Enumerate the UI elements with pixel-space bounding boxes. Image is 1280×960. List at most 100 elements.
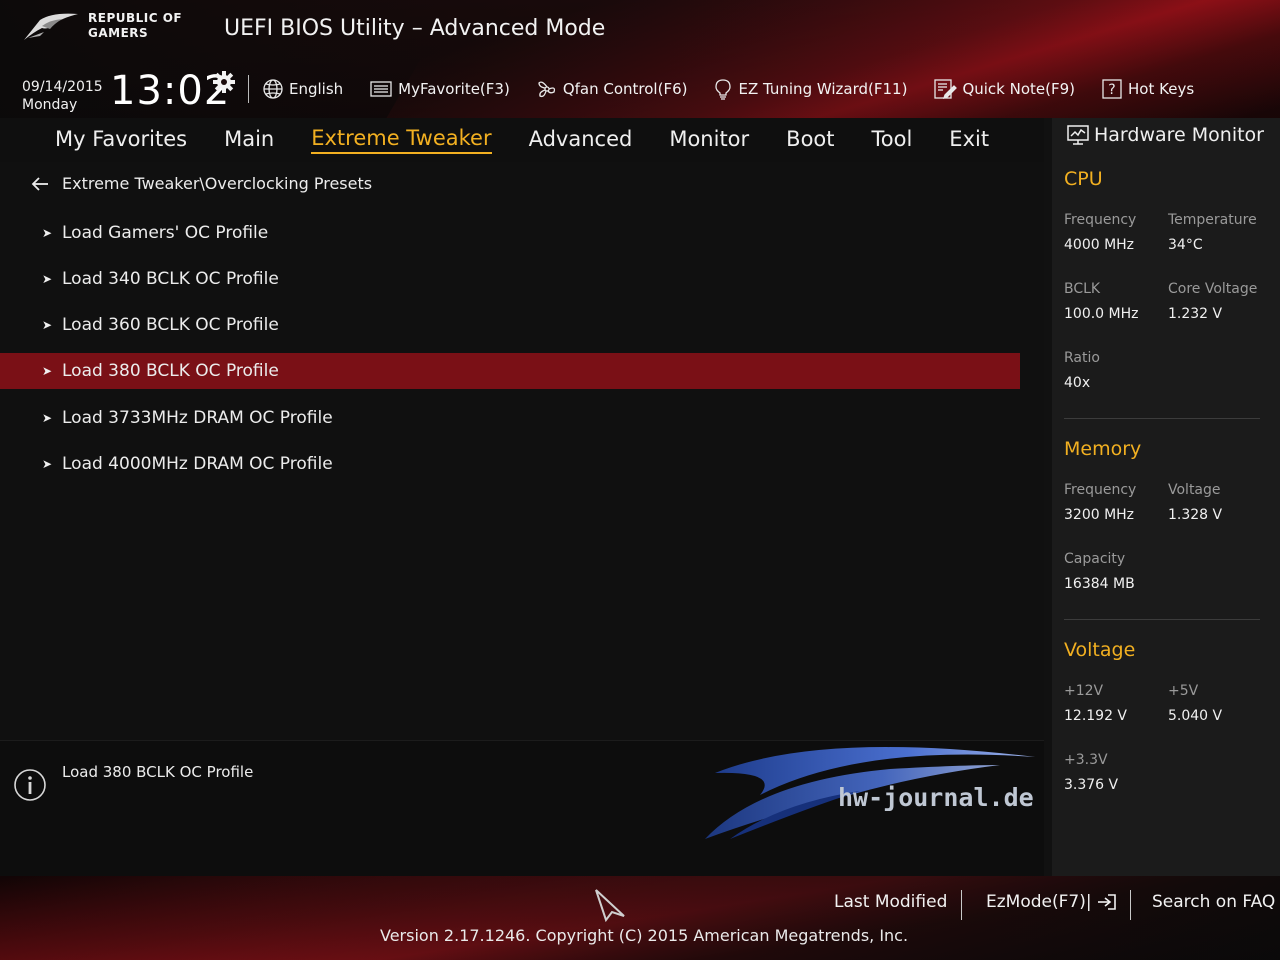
chevron-right-icon: ➤	[42, 364, 53, 378]
tab-extreme-tweaker[interactable]: Extreme Tweaker	[311, 126, 492, 154]
main-nav-tabs: My Favorites Main Extreme Tweaker Advanc…	[0, 118, 1044, 162]
lightbulb-icon	[715, 79, 732, 100]
hot-keys-label: Hot Keys	[1128, 80, 1195, 98]
section-divider	[1064, 619, 1260, 620]
exit-arrow-icon	[1097, 894, 1116, 910]
toolbar: English MyFavorite(F3) Qfan Control(F6) …	[262, 75, 1220, 103]
breadcrumb: Extreme Tweaker\Overclocking Presets	[30, 174, 372, 193]
tab-exit[interactable]: Exit	[949, 127, 989, 153]
menu-item-360-bclk-oc-profile[interactable]: ➤ Load 360 BCLK OC Profile	[0, 307, 1020, 343]
tab-my-favorites[interactable]: My Favorites	[55, 127, 187, 153]
breadcrumb-path: Extreme Tweaker\Overclocking Presets	[62, 174, 373, 193]
section-divider	[1064, 418, 1260, 419]
date-block: 09/14/2015 Monday	[22, 78, 103, 114]
menu-item-380-bclk-oc-profile[interactable]: ➤ Load 380 BCLK OC Profile	[0, 353, 1020, 389]
memory-capacity-value: 16384 MB	[1064, 576, 1135, 592]
hardware-monitor-panel: Hardware Monitor CPU Frequency 4000 MHz …	[1044, 118, 1280, 878]
menu-item-label: Load 340 BCLK OC Profile	[62, 269, 279, 289]
chevron-right-icon: ➤	[42, 411, 53, 425]
last-modified-button[interactable]: Last Modified	[834, 892, 947, 912]
favorites-list-icon	[370, 81, 392, 97]
main-content: Extreme Tweaker\Overclocking Presets ➤ L…	[0, 162, 1044, 740]
help-text: Load 380 BCLK OC Profile	[62, 763, 254, 781]
memory-capacity-label: Capacity	[1064, 551, 1126, 567]
gear-icon[interactable]	[212, 70, 236, 94]
cpu-frequency-value: 4000 MHz	[1064, 237, 1135, 253]
qfan-label: Qfan Control(F6)	[562, 80, 688, 98]
v12-label: +12V	[1064, 683, 1104, 699]
menu-item-4000mhz-dram-oc-profile[interactable]: ➤ Load 4000MHz DRAM OC Profile	[0, 446, 1020, 482]
cpu-temperature-label: Temperature	[1168, 212, 1257, 228]
ratio-value: 40x	[1064, 375, 1091, 391]
cpu-section-title: CPU	[1064, 168, 1103, 190]
language-button[interactable]: English	[262, 78, 343, 100]
footer-bar: Last Modified EzMode(F7)| Search on FAQ …	[0, 876, 1280, 960]
quick-note-label: Quick Note(F9)	[962, 80, 1076, 98]
menu-item-3733mhz-dram-oc-profile[interactable]: ➤ Load 3733MHz DRAM OC Profile	[0, 400, 1020, 436]
footer-divider	[1130, 890, 1131, 920]
memory-voltage-value: 1.328 V	[1168, 507, 1223, 523]
logo-text: REPUBLIC OF GAMERS	[88, 11, 182, 41]
tab-advanced[interactable]: Advanced	[529, 127, 633, 153]
hardware-monitor-title: Hardware Monitor	[1066, 124, 1264, 146]
memory-voltage-label: Voltage	[1168, 482, 1221, 498]
rog-logo: REPUBLIC OF GAMERS	[22, 10, 182, 42]
rog-eye-icon	[24, 13, 78, 40]
back-arrow-icon[interactable]	[30, 176, 50, 192]
chevron-right-icon: ➤	[42, 226, 53, 240]
myfavorite-button[interactable]: MyFavorite(F3)	[369, 79, 510, 99]
core-voltage-label: Core Voltage	[1168, 281, 1258, 297]
footer-divider	[961, 890, 962, 920]
chevron-right-icon: ➤	[42, 272, 53, 286]
v33-label: +3.3V	[1064, 752, 1108, 768]
ezmode-button[interactable]: EzMode(F7)|	[986, 892, 1118, 912]
ez-tuning-wizard-button[interactable]: EZ Tuning Wizard(F11)	[713, 78, 907, 100]
ratio-label: Ratio	[1064, 350, 1100, 366]
bclk-value: 100.0 MHz	[1064, 306, 1139, 322]
hot-keys-button[interactable]: ? Hot Keys	[1101, 78, 1194, 100]
day-text: Monday	[22, 97, 78, 113]
v12-value: 12.192 V	[1064, 708, 1128, 724]
tab-tool[interactable]: Tool	[872, 127, 913, 153]
ez-tuning-label: EZ Tuning Wizard(F11)	[738, 80, 908, 98]
chevron-right-icon: ➤	[42, 318, 53, 332]
quick-note-button[interactable]: Quick Note(F9)	[933, 78, 1075, 100]
menu-item-label: Load Gamers' OC Profile	[62, 223, 269, 243]
memory-section-title: Memory	[1064, 438, 1142, 460]
menu-item-340-bclk-oc-profile[interactable]: ➤ Load 340 BCLK OC Profile	[0, 261, 1020, 297]
voltage-section-title: Voltage	[1064, 639, 1136, 661]
menu-item-gamers-oc-profile[interactable]: ➤ Load Gamers' OC Profile	[0, 215, 1020, 251]
v5-label: +5V	[1168, 683, 1199, 699]
ezmode-label: EzMode(F7)|	[986, 892, 1092, 912]
date-text: 09/14/2015	[22, 79, 103, 95]
tab-boot[interactable]: Boot	[786, 127, 834, 153]
menu-item-label: Load 3733MHz DRAM OC Profile	[62, 408, 333, 428]
note-pencil-icon	[934, 79, 958, 100]
memory-frequency-label: Frequency	[1064, 482, 1137, 498]
tab-main[interactable]: Main	[224, 127, 274, 153]
search-faq-label: Search on FAQ	[1152, 892, 1276, 912]
header-divider	[248, 75, 249, 103]
logo-line2: GAMERS	[88, 26, 149, 40]
cpu-frequency-label: Frequency	[1064, 212, 1137, 228]
menu-item-label: Load 4000MHz DRAM OC Profile	[62, 454, 333, 474]
fan-icon	[538, 81, 555, 98]
qfan-control-button[interactable]: Qfan Control(F6)	[536, 78, 688, 100]
header-bar: REPUBLIC OF GAMERS UEFI BIOS Utility – A…	[0, 0, 1280, 118]
v33-value: 3.376 V	[1064, 777, 1119, 793]
info-icon	[14, 769, 46, 801]
search-faq-button[interactable]: Search on FAQ	[1152, 892, 1275, 912]
help-question-icon: ?	[1102, 79, 1122, 99]
globe-icon	[263, 79, 283, 99]
svg-text:?: ?	[1108, 82, 1115, 98]
monitor-icon	[1067, 125, 1089, 145]
v5-value: 5.040 V	[1168, 708, 1223, 724]
last-modified-label: Last Modified	[834, 892, 948, 912]
menu-item-label: Load 380 BCLK OC Profile	[62, 361, 279, 381]
memory-frequency-value: 3200 MHz	[1064, 507, 1135, 523]
chevron-right-icon: ➤	[42, 457, 53, 471]
watermark-text: hw-journal.de	[838, 783, 1034, 812]
language-label: English	[289, 80, 344, 98]
cpu-temperature-value: 34°C	[1168, 237, 1203, 253]
tab-monitor[interactable]: Monitor	[669, 127, 749, 153]
